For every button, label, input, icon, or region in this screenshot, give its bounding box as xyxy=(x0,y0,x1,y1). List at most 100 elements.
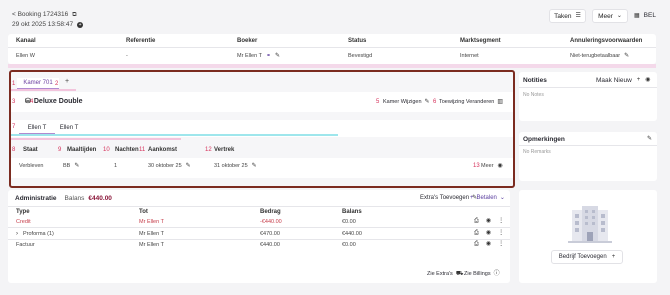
zie-billings-button[interactable]: Zie Billings ⓘ xyxy=(464,271,500,277)
bel-button[interactable]: ▦ BEL xyxy=(634,12,656,19)
marker-11: 11 xyxy=(139,147,146,153)
change-room-label: Kamer Wijzigen xyxy=(383,99,422,105)
guests-highlight-pink xyxy=(11,138,181,140)
room-type: ⛁ Deluxe Double xyxy=(25,98,83,105)
columns-icon: ▥ xyxy=(497,99,504,105)
aankomst-label: 30 oktober 25 xyxy=(148,163,182,169)
eye-icon[interactable]: ◉ xyxy=(645,77,650,84)
edit-icon[interactable]: ✎ xyxy=(647,136,652,142)
opmerkingen-empty: No Remarks xyxy=(523,149,551,155)
bel-label: BEL xyxy=(643,12,656,19)
eye-icon[interactable]: ◉ xyxy=(486,218,491,224)
aankomst-value[interactable]: 30 oktober 25 ✎ xyxy=(148,163,191,169)
col-marktsegment: Marktsegment xyxy=(460,38,501,44)
room-tab[interactable]: Kamer 701 xyxy=(17,78,59,89)
plus-icon: + xyxy=(470,195,474,201)
chevron-down-icon: ⌄ xyxy=(616,13,622,19)
marker-2: 2 xyxy=(55,81,59,87)
edit-icon[interactable]: ✎ xyxy=(624,53,629,59)
edit-icon[interactable]: ✎ xyxy=(186,163,191,169)
zie-extras-label: Zie Extra's xyxy=(427,271,453,277)
row-type-factuur[interactable]: Factuur xyxy=(16,242,35,248)
link-icon[interactable]: ⚭ xyxy=(266,53,271,59)
guest-chip-1[interactable]: Ellen T xyxy=(19,123,55,134)
meer-row-button[interactable]: Meer ◉ xyxy=(481,163,503,169)
room-header xyxy=(11,92,513,112)
row-tot[interactable]: Mr Ellen T xyxy=(139,242,164,248)
booking-datetime: 29 okt 2025 13:58:47 + xyxy=(12,21,84,28)
change-assignment-label: Toewijzing Veranderen xyxy=(439,99,495,105)
nachten-value: 1 xyxy=(114,163,118,169)
row-bedrag: €470.00 xyxy=(260,231,280,237)
breadcrumb[interactable]: < Booking 1724316 ⧉ xyxy=(12,11,77,18)
more-vertical-icon[interactable]: ⋮ xyxy=(498,218,504,224)
opmerkingen-title: Opmerkingen xyxy=(523,136,565,143)
balans-label: Balans xyxy=(64,195,85,202)
info-icon: ⓘ xyxy=(493,271,500,277)
bedrijf-toevoegen-button[interactable]: Bedrijf Toevoegen + xyxy=(551,250,623,264)
datetime-label: 29 okt 2025 13:58:47 xyxy=(12,21,74,28)
add-room-tab[interactable]: + xyxy=(65,78,69,85)
edit-icon: ✎ xyxy=(424,99,430,105)
col-kanaal: Kanaal xyxy=(16,38,36,44)
marker-4: 4 xyxy=(30,99,34,105)
row-actions: ⎙ ◉ ⋮ xyxy=(474,218,504,224)
guest-chip-2[interactable]: Ellen T xyxy=(51,123,87,134)
room-tab-label: Kamer 701 xyxy=(23,80,53,86)
print-icon[interactable]: ⎙ xyxy=(474,241,479,247)
chevron-down-icon: ⌄ xyxy=(499,195,505,201)
print-icon[interactable]: ⎙ xyxy=(474,218,479,224)
row-balans: €440.00 xyxy=(342,231,362,237)
opmerkingen-card: Opmerkingen ✎ No Remarks xyxy=(519,132,657,181)
more-vertical-icon[interactable]: ⋮ xyxy=(498,230,504,236)
extras-toevoegen-button[interactable]: Extra's Toevoegen ✎ xyxy=(420,195,477,201)
meer-label: Meer xyxy=(598,12,613,20)
divider xyxy=(8,206,510,207)
marker-13: 13 xyxy=(473,163,480,169)
annulering-value: Niet-terugbetaalbaar ✎ xyxy=(570,53,629,59)
boeker-value[interactable]: Mr Ellen T ⚭ ✎ xyxy=(237,53,280,59)
row-type-credit[interactable]: Credit xyxy=(16,219,31,225)
edit-icon[interactable]: ✎ xyxy=(275,53,280,59)
more-vertical-icon[interactable]: ⋮ xyxy=(498,241,504,247)
marker-1: 1 xyxy=(12,81,16,87)
change-room-button[interactable]: Kamer Wijzigen ✎ xyxy=(383,99,430,105)
marker-6: 6 xyxy=(433,99,437,105)
maaltijden-value[interactable]: BB ✎ xyxy=(63,163,79,169)
maak-nieuw-button[interactable]: Maak Nieuw + ◉ xyxy=(596,77,651,84)
zie-extras-button[interactable]: Zie Extra's ⛟ xyxy=(427,271,463,277)
row-actions: ⎙ ◉ ⋮ xyxy=(474,230,504,236)
taken-button[interactable]: Taken ☰ xyxy=(549,9,586,23)
col-balans: Balans xyxy=(342,209,362,215)
edit-icon[interactable]: ✎ xyxy=(74,163,79,169)
col-status: Status xyxy=(348,38,367,44)
change-assignment-button[interactable]: Toewijzing Veranderen ▥ xyxy=(439,99,503,105)
referentie-value: - xyxy=(126,53,128,59)
row-type-proforma[interactable]: › Proforma (1) xyxy=(16,231,54,237)
building-illustration xyxy=(568,206,612,243)
row-balans: €0.00 xyxy=(342,242,356,248)
taken-label: Taken xyxy=(554,12,572,20)
add-circle-icon[interactable]: + xyxy=(77,21,84,28)
row-tot[interactable]: Mr Ellen T xyxy=(139,219,164,225)
row-tot[interactable]: Mr Ellen T xyxy=(139,231,164,237)
boeker-name[interactable]: Mr Ellen T xyxy=(237,53,262,59)
copy-icon[interactable]: ⧉ xyxy=(72,12,76,18)
guest-name: Ellen T xyxy=(59,125,79,131)
status-value: Bevestigd xyxy=(348,53,373,59)
marktsegment-value: Internet xyxy=(460,53,479,59)
divider xyxy=(519,145,657,146)
building-icon: ▦ xyxy=(634,12,640,19)
eye-icon[interactable]: ◉ xyxy=(486,230,491,236)
chevron-right-icon[interactable]: › xyxy=(16,231,18,237)
col-aankomst: Aankomst xyxy=(148,147,178,153)
betalen-button[interactable]: + Betalen ⌄ xyxy=(470,195,505,201)
list-icon: ☰ xyxy=(575,13,581,19)
vertrek-value[interactable]: 31 oktober 25 ✎ xyxy=(214,163,257,169)
edit-icon[interactable]: ✎ xyxy=(252,163,257,169)
eye-icon[interactable]: ◉ xyxy=(486,241,491,247)
breadcrumb-label[interactable]: < Booking 1724316 xyxy=(12,11,68,18)
print-icon[interactable]: ⎙ xyxy=(474,230,479,236)
col-maaltijden: Maaltijden xyxy=(67,147,97,153)
meer-button[interactable]: Meer ⌄ xyxy=(592,9,628,23)
